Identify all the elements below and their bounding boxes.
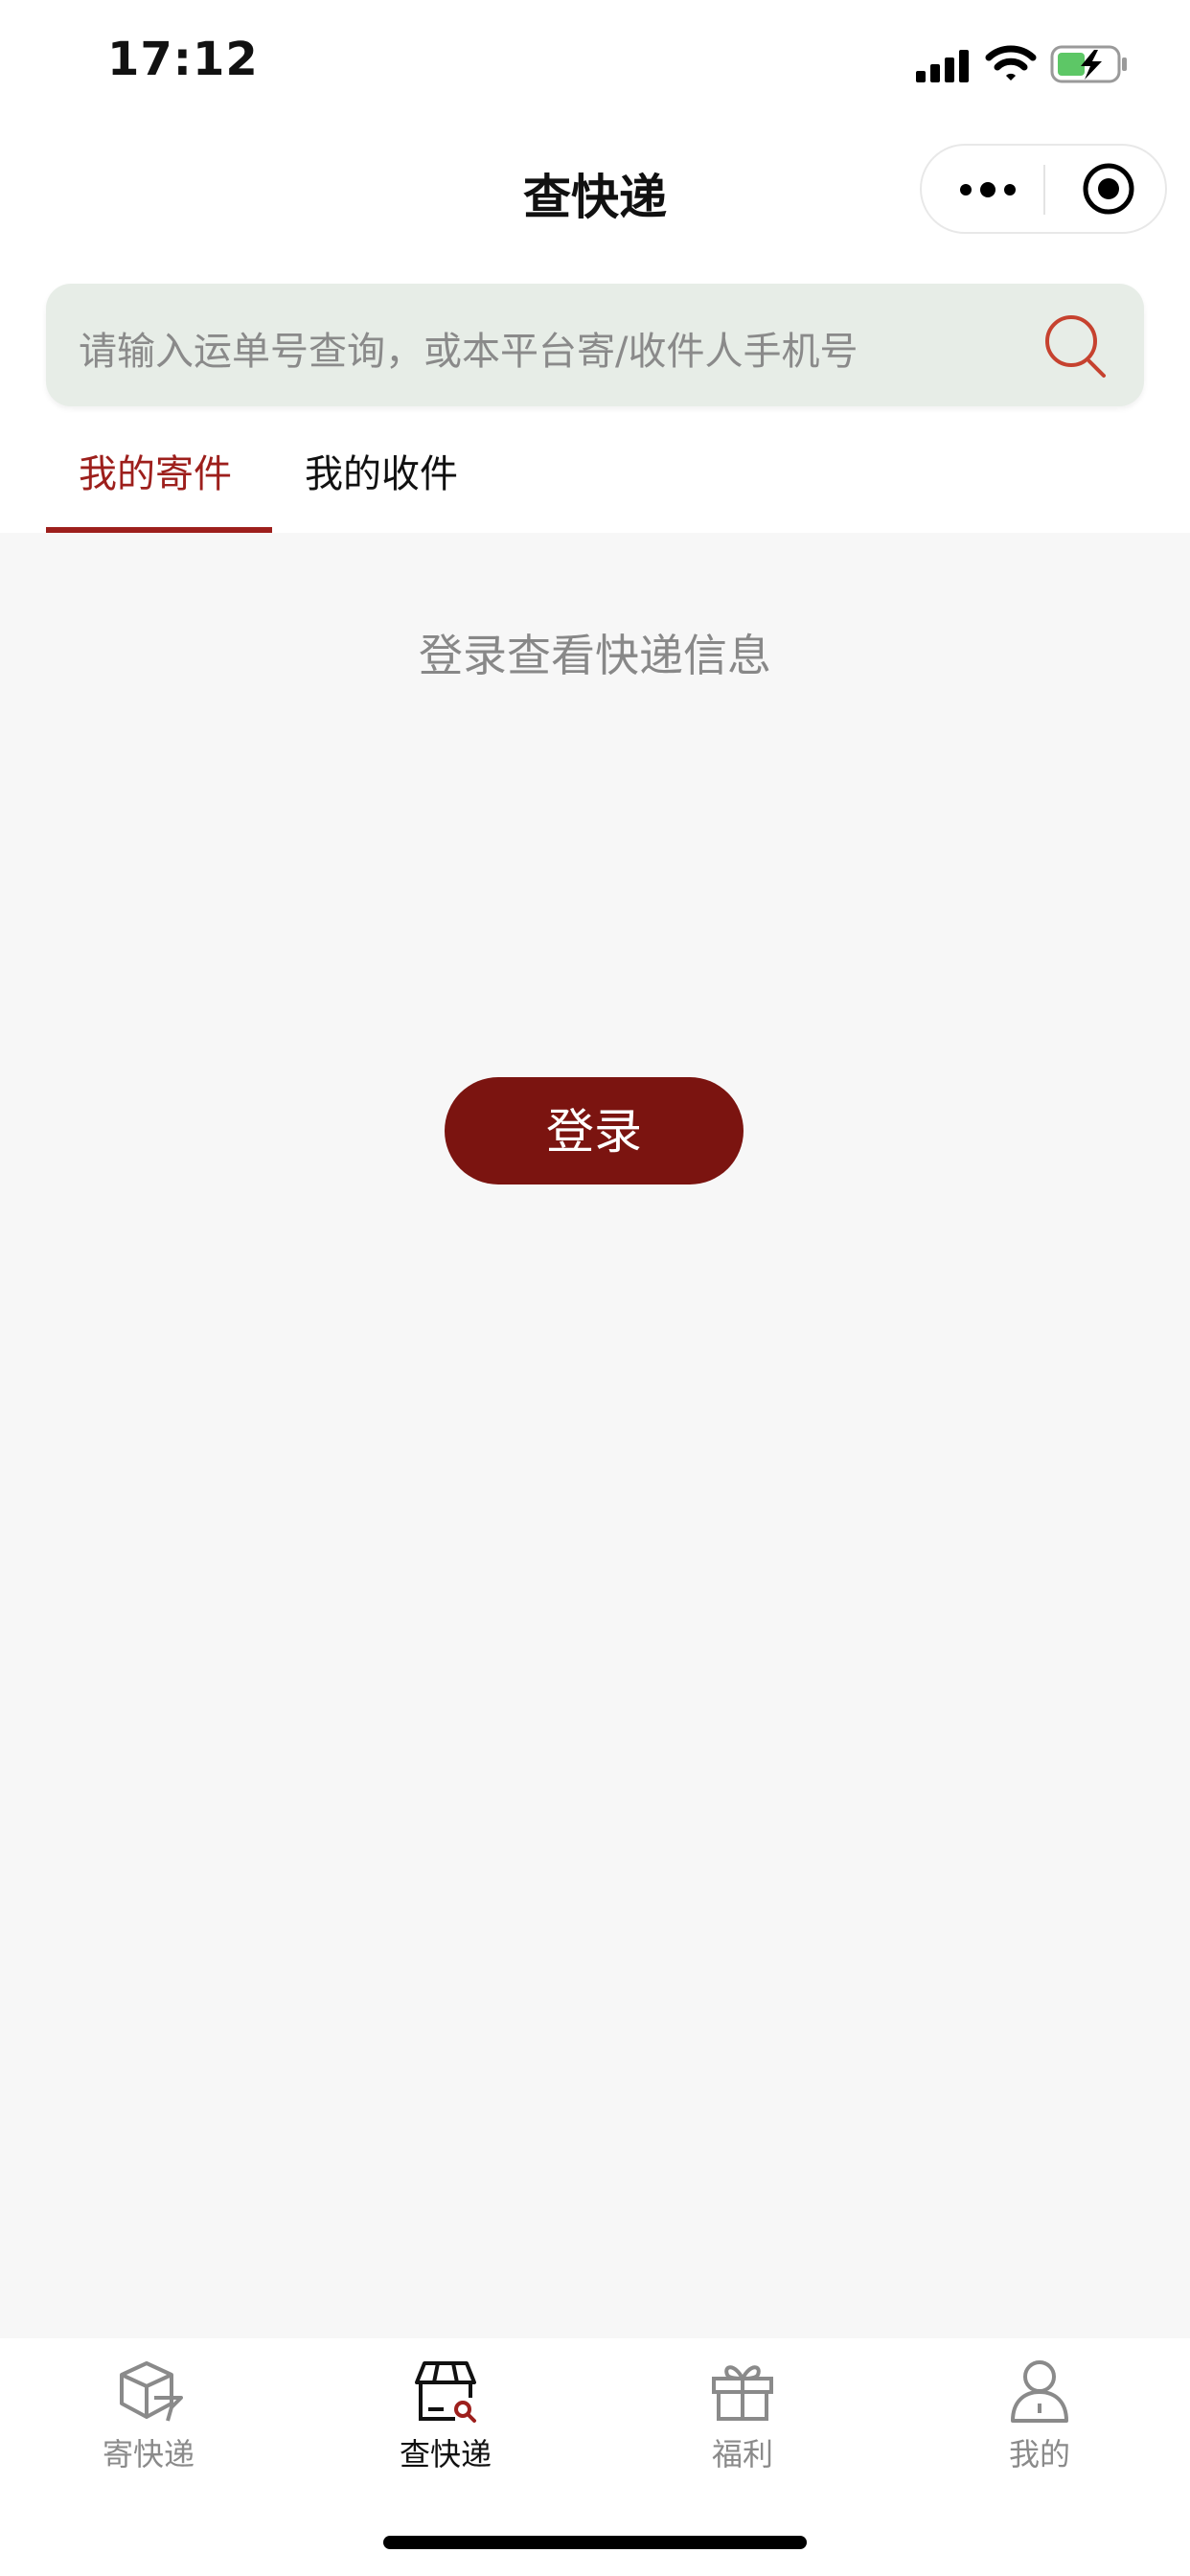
tabbar-item-track[interactable]: 查快递	[297, 2356, 594, 2490]
miniprogram-capsule	[920, 144, 1167, 234]
login-hint-text: 登录查看快递信息	[419, 630, 771, 681]
login-button[interactable]: 登录	[445, 1077, 744, 1184]
tabbar-label-send: 寄快递	[102, 2436, 195, 2472]
search-input[interactable]: 请输入运单号查询，或本平台寄/收件人手机号	[46, 284, 1144, 406]
tab-my-received[interactable]: 我的收件	[305, 443, 458, 498]
capsule-divider	[1043, 165, 1045, 215]
battery-charging-icon	[1050, 45, 1127, 83]
miniprogram-close-icon[interactable]	[1081, 161, 1136, 217]
more-icon[interactable]	[958, 178, 1018, 201]
search-placeholder: 请输入运单号查询，或本平台寄/收件人手机号	[79, 330, 858, 374]
tab-my-sent[interactable]: 我的寄件	[79, 443, 232, 498]
home-indicator	[383, 2536, 807, 2549]
user-icon	[1011, 2360, 1068, 2423]
track-package-icon	[415, 2361, 476, 2423]
send-package-icon	[120, 2361, 183, 2422]
status-time: 17:12	[107, 33, 259, 86]
tabbar-label-mine: 我的	[1008, 2436, 1070, 2472]
tabbar-label-track: 查快递	[399, 2436, 492, 2472]
wifi-icon	[985, 45, 1037, 80]
tabbar-item-send[interactable]: 寄快递	[0, 2356, 297, 2490]
tabbar-item-mine[interactable]: 我的	[891, 2356, 1188, 2490]
cellular-signal-icon	[916, 50, 969, 82]
active-tab-indicator	[46, 527, 272, 533]
tabbar-label-welfare: 福利	[711, 2436, 773, 2472]
search-icon[interactable]	[1042, 312, 1111, 381]
gift-icon	[712, 2365, 773, 2421]
tabbar-item-welfare[interactable]: 福利	[594, 2356, 891, 2490]
